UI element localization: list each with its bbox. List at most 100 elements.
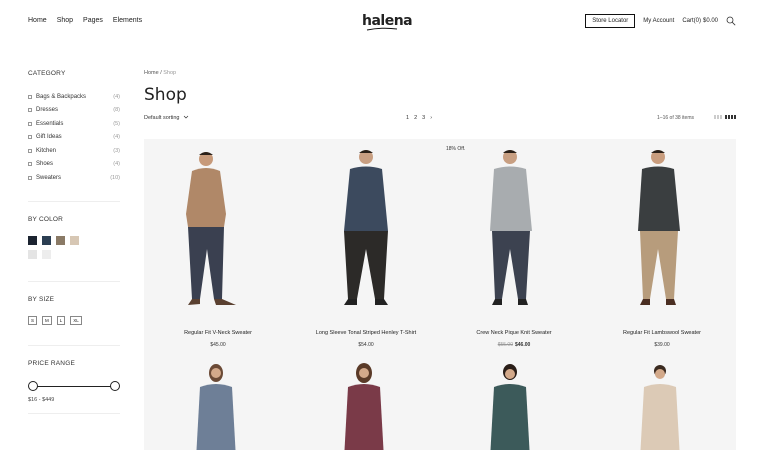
product-card[interactable]: Regular Fit Lambswool Sweater $39.00 (588, 139, 736, 354)
nav-elements[interactable]: Elements (113, 17, 142, 24)
product-image[interactable] (440, 359, 588, 450)
divider (28, 200, 120, 202)
color-swatch[interactable] (42, 235, 51, 245)
category-list: Bags & Backpacks (4) Dresses (8) Essential… (28, 90, 120, 185)
category-item[interactable]: Dresses (8) (28, 104, 120, 118)
cart-label: Cart(0) (682, 18, 701, 24)
size-option-m[interactable]: M (42, 315, 52, 325)
breadcrumb-home[interactable]: Home (144, 70, 159, 76)
site-header: Home Shop Pages Elements halena Store Lo… (0, 0, 762, 44)
checkbox-icon[interactable] (28, 94, 32, 99)
store-locator-button[interactable]: Store Locator (585, 14, 636, 28)
page-link-3[interactable]: 3 (422, 115, 425, 121)
checkbox-icon[interactable] (28, 121, 32, 126)
category-label: Sweaters (36, 174, 62, 181)
color-title: BY COLOR (28, 215, 64, 223)
category-item[interactable]: Shoes (4) (28, 158, 120, 172)
color-swatches (28, 235, 120, 259)
checkbox-icon[interactable] (28, 135, 32, 140)
product-price: $55.00 $46.00 (440, 342, 588, 348)
checkbox-icon[interactable] (28, 175, 32, 180)
color-swatch[interactable] (28, 249, 37, 259)
price-min-handle[interactable] (28, 380, 38, 391)
nav-pages[interactable]: Pages (83, 17, 103, 24)
size-option-xl[interactable]: XL (70, 315, 82, 325)
category-label: Shoes (36, 161, 54, 168)
product-card[interactable]: Crew Neck Pique Knit Sweater $55.00 $46.0… (440, 139, 588, 354)
shop-main: Home / Shop Shop Default sorting 1 2 3 ›… (144, 70, 736, 127)
grid-4-columns-icon[interactable] (725, 115, 736, 119)
color-swatch[interactable] (28, 235, 37, 245)
nav-shop[interactable]: Shop (57, 17, 73, 24)
product-image[interactable] (440, 139, 588, 324)
page-next[interactable]: › (430, 115, 432, 121)
page-link-1[interactable]: 1 (406, 115, 409, 121)
divider (28, 344, 120, 346)
sort-label: Default sorting (144, 115, 180, 121)
checkbox-icon[interactable] (28, 148, 32, 153)
product-image[interactable] (144, 359, 292, 450)
size-option-l[interactable]: L (56, 315, 66, 325)
product-image[interactable] (588, 139, 736, 324)
category-item[interactable]: Bags & Backpacks (4) (28, 90, 120, 104)
category-item[interactable]: Kitchen (3) (28, 144, 120, 158)
category-title: CATEGORY (28, 70, 66, 77)
search-icon[interactable] (726, 16, 736, 26)
cart-link[interactable]: Cart(0) $0.00 (682, 18, 718, 24)
category-count: (10) (110, 174, 120, 181)
grid-3-columns-icon[interactable] (714, 115, 722, 119)
shop-toolbar: Default sorting 1 2 3 › 1–16 of 38 items (144, 115, 736, 127)
size-title: BY SIZE (28, 295, 55, 303)
product-price-value: $54.00 (358, 342, 374, 348)
category-item[interactable]: Sweaters (10) (28, 171, 120, 185)
divider (28, 280, 120, 282)
filter-sidebar: CATEGORY Bags & Backpacks (4) Dresses (8) … (28, 70, 120, 428)
breadcrumb-current: Shop (163, 70, 177, 76)
product-name[interactable]: Regular Fit V-Neck Sweater (144, 330, 292, 336)
color-swatch[interactable] (70, 235, 79, 245)
product-old-price: $55.00 (497, 342, 513, 348)
chevron-down-icon (183, 115, 189, 119)
product-name[interactable]: Regular Fit Lambswool Sweater (588, 330, 736, 336)
checkbox-icon[interactable] (28, 108, 32, 113)
page-title: Shop (144, 85, 187, 105)
size-options: S M L XL (28, 315, 120, 325)
product-card[interactable]: Regular Fit V-Neck Sweater $45.00 (144, 139, 292, 354)
category-count: (5) (113, 120, 120, 127)
product-image[interactable] (292, 139, 440, 324)
price-slider[interactable] (28, 380, 120, 393)
logo-swoosh-icon (366, 27, 398, 31)
header-actions: Store Locator My Account Cart(0) $0.00 (585, 14, 736, 28)
category-count: (8) (113, 107, 120, 114)
category-item[interactable]: Gift Ideas (4) (28, 131, 120, 145)
product-name[interactable]: Crew Neck Pique Knit Sweater (440, 330, 588, 336)
color-swatch[interactable] (42, 249, 51, 259)
product-price-value: $45.00 (210, 342, 226, 348)
price-max-handle[interactable] (110, 380, 120, 391)
product-grid: 18% Off. Regular Fit V-Neck Sweater $45.… (144, 139, 736, 450)
product-price: $45.00 (144, 342, 292, 348)
category-item[interactable]: Essentials (5) (28, 117, 120, 131)
my-account-link[interactable]: My Account (643, 18, 674, 24)
sort-dropdown[interactable]: Default sorting (144, 115, 189, 121)
product-image[interactable] (144, 139, 292, 324)
checkbox-icon[interactable] (28, 162, 32, 167)
page-link-2[interactable]: 2 (414, 115, 417, 121)
size-option-s[interactable]: S (28, 315, 38, 325)
category-label: Gift Ideas (36, 134, 62, 141)
main-nav: Home Shop Pages Elements (28, 17, 142, 24)
category-label: Kitchen (36, 147, 57, 154)
product-image[interactable] (588, 359, 736, 450)
product-price: $39.00 (588, 342, 736, 348)
product-name[interactable]: Long Sleeve Tonal Striped Henley T-Shirt (292, 330, 440, 336)
price-slider-track (32, 385, 116, 387)
product-card[interactable]: Long Sleeve Tonal Striped Henley T-Shirt… (292, 139, 440, 354)
product-price-value: $39.00 (654, 342, 670, 348)
category-count: (4) (113, 134, 120, 141)
breadcrumb-separator: / (160, 70, 162, 76)
cart-total: $0.00 (702, 18, 718, 24)
nav-home[interactable]: Home (28, 17, 47, 24)
items-count: 1–16 of 38 items (657, 115, 694, 121)
product-image[interactable] (292, 359, 440, 450)
color-swatch[interactable] (56, 235, 65, 245)
